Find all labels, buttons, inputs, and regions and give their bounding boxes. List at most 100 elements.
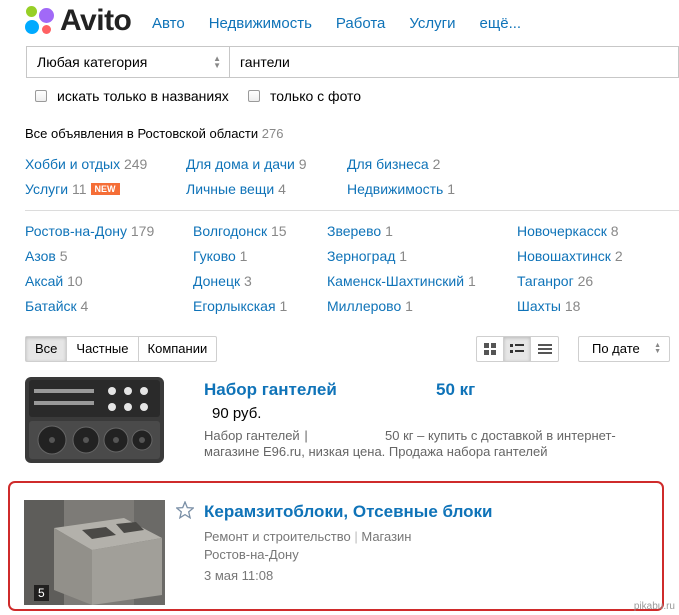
listing-title-part[interactable]: 50 кг [436, 380, 475, 399]
city-name[interactable]: Аксай [25, 273, 63, 289]
compact-view-button[interactable] [531, 337, 558, 361]
category-name[interactable]: Личные вещи [186, 181, 274, 197]
region-summary: Все объявления в Ростовской области 276 [25, 126, 283, 141]
category-select[interactable]: Любая категория ▲ ▼ [27, 47, 230, 77]
city-link[interactable]: Егорлыкская 1 [193, 298, 287, 314]
listing-category-name: Ремонт и строительство [204, 529, 351, 544]
select-arrows-icon: ▲ ▼ [654, 342, 661, 355]
sort-value: По дате [592, 341, 640, 356]
logo-dots-icon [24, 5, 56, 37]
city-count: 26 [577, 273, 594, 289]
divider [25, 210, 679, 211]
category-name[interactable]: Для дома и дачи [186, 156, 295, 172]
seller-type-tabs: Все Частные Компании [25, 336, 218, 362]
category-name[interactable]: Для бизнеса [347, 156, 429, 172]
city-link[interactable]: Зверево 1 [327, 223, 393, 239]
checkbox-box[interactable] [248, 90, 260, 102]
watermark: pikabu.ru [633, 601, 675, 612]
listing-description: магазине E96.ru, низкая цена. Продажа на… [204, 444, 548, 459]
city-count: 1 [279, 298, 288, 314]
nav-jobs[interactable]: Работа [336, 15, 386, 32]
city-link[interactable]: Волгодонск 15 [193, 223, 287, 239]
city-link[interactable]: Ростов-на-Дону 179 [25, 223, 154, 239]
listing-thumbnail[interactable] [24, 375, 165, 465]
titles-only-checkbox[interactable]: искать только в названиях [35, 88, 229, 104]
city-count: 1 [385, 223, 393, 239]
city-count: 10 [67, 273, 83, 289]
city-link[interactable]: Каменск-Шахтинский 1 [327, 273, 476, 289]
city-link[interactable]: Донецк 3 [193, 273, 252, 289]
top-nav: Авто Недвижимость Работа Услуги ещё... [152, 15, 545, 32]
avito-logo[interactable]: Avito [24, 4, 132, 38]
listing-title[interactable]: Набор гантелей [204, 380, 337, 400]
city-link[interactable]: Миллерово 1 [327, 298, 413, 314]
city-count: 8 [610, 223, 619, 239]
favorite-star-icon[interactable] [176, 501, 194, 519]
category-link[interactable]: Хобби и отдых 249 [25, 156, 147, 172]
category-link[interactable]: Недвижимость 1 [347, 181, 455, 197]
desc-part: Набор гантелей [204, 428, 300, 443]
category-count: 1 [447, 181, 456, 197]
city-name[interactable]: Зверево [327, 223, 381, 239]
select-arrows-icon: ▲ ▼ [213, 54, 221, 70]
city-name[interactable]: Миллерово [327, 298, 401, 314]
checkbox-box[interactable] [35, 90, 47, 102]
listing-title-part[interactable]: Набор гантелей [204, 380, 337, 399]
city-link[interactable]: Новочеркасск 8 [517, 223, 619, 239]
listing-title[interactable]: Керамзитоблоки, Отсевные блоки [204, 502, 493, 522]
nav-auto[interactable]: Авто [152, 15, 185, 32]
category-count: 9 [298, 156, 307, 172]
city-link[interactable]: Батайск 4 [25, 298, 88, 314]
nav-realty[interactable]: Недвижимость [209, 15, 312, 32]
city-link[interactable]: Аксай 10 [25, 273, 83, 289]
city-name[interactable]: Донецк [193, 273, 240, 289]
tab-companies[interactable]: Компании [139, 337, 217, 361]
city-name[interactable]: Новочеркасск [517, 223, 607, 239]
city-name[interactable]: Новошахтинск [517, 248, 611, 264]
category-name[interactable]: Хобби и отдых [25, 156, 120, 172]
listing-category: Ремонт и строительство | Магазин [204, 529, 412, 544]
city-name[interactable]: Волгодонск [193, 223, 267, 239]
city-name[interactable]: Каменск-Шахтинский [327, 273, 464, 289]
with-photo-checkbox[interactable]: только с фото [248, 88, 361, 104]
listing-city: Ростов-на-Дону [204, 547, 299, 562]
titles-only-label: искать только в названиях [57, 88, 229, 104]
category-count: 249 [123, 156, 148, 172]
sort-select[interactable]: По дате ▲ ▼ [578, 336, 670, 362]
listing-price: 90 руб. [212, 405, 262, 422]
category-name[interactable]: Недвижимость [347, 181, 443, 197]
city-name[interactable]: Ростов-на-Дону [25, 223, 127, 239]
category-link[interactable]: Для дома и дачи 9 [186, 156, 307, 172]
listing-thumbnail[interactable]: 5 [24, 500, 165, 605]
city-name[interactable]: Егорлыкская [193, 298, 276, 314]
nav-more[interactable]: ещё... [480, 15, 522, 32]
city-count: 18 [564, 298, 581, 314]
city-name[interactable]: Зерноград [327, 248, 395, 264]
listing-date: 3 мая 11:08 [204, 568, 274, 583]
search-input[interactable] [230, 47, 678, 77]
grid-view-button[interactable] [477, 337, 504, 361]
city-link[interactable]: Гуково 1 [193, 248, 247, 264]
category-name[interactable]: Услуги [25, 181, 68, 197]
city-count: 3 [243, 273, 252, 289]
category-link[interactable]: Услуги 11 NEW [25, 181, 120, 197]
city-link[interactable]: Шахты 18 [517, 298, 580, 314]
list-view-button[interactable] [504, 337, 531, 361]
city-name[interactable]: Батайск [25, 298, 77, 314]
city-link[interactable]: Азов 5 [25, 248, 68, 264]
tab-all[interactable]: Все [26, 337, 68, 361]
nav-services[interactable]: Услуги [409, 15, 455, 32]
city-name[interactable]: Азов [25, 248, 56, 264]
city-name[interactable]: Гуково [193, 248, 236, 264]
category-link[interactable]: Для бизнеса 2 [347, 156, 440, 172]
view-mode-toggle [476, 336, 559, 362]
category-link[interactable]: Личные вещи 4 [186, 181, 286, 197]
city-link[interactable]: Таганрог 26 [517, 273, 593, 289]
city-link[interactable]: Новошахтинск 2 [517, 248, 623, 264]
city-link[interactable]: Зерноград 1 [327, 248, 407, 264]
listing-title[interactable]: 50 кг [436, 380, 475, 400]
city-name[interactable]: Таганрог [517, 273, 574, 289]
desc-cursor: | [304, 428, 308, 443]
tab-private[interactable]: Частные [67, 337, 139, 361]
city-name[interactable]: Шахты [517, 298, 561, 314]
